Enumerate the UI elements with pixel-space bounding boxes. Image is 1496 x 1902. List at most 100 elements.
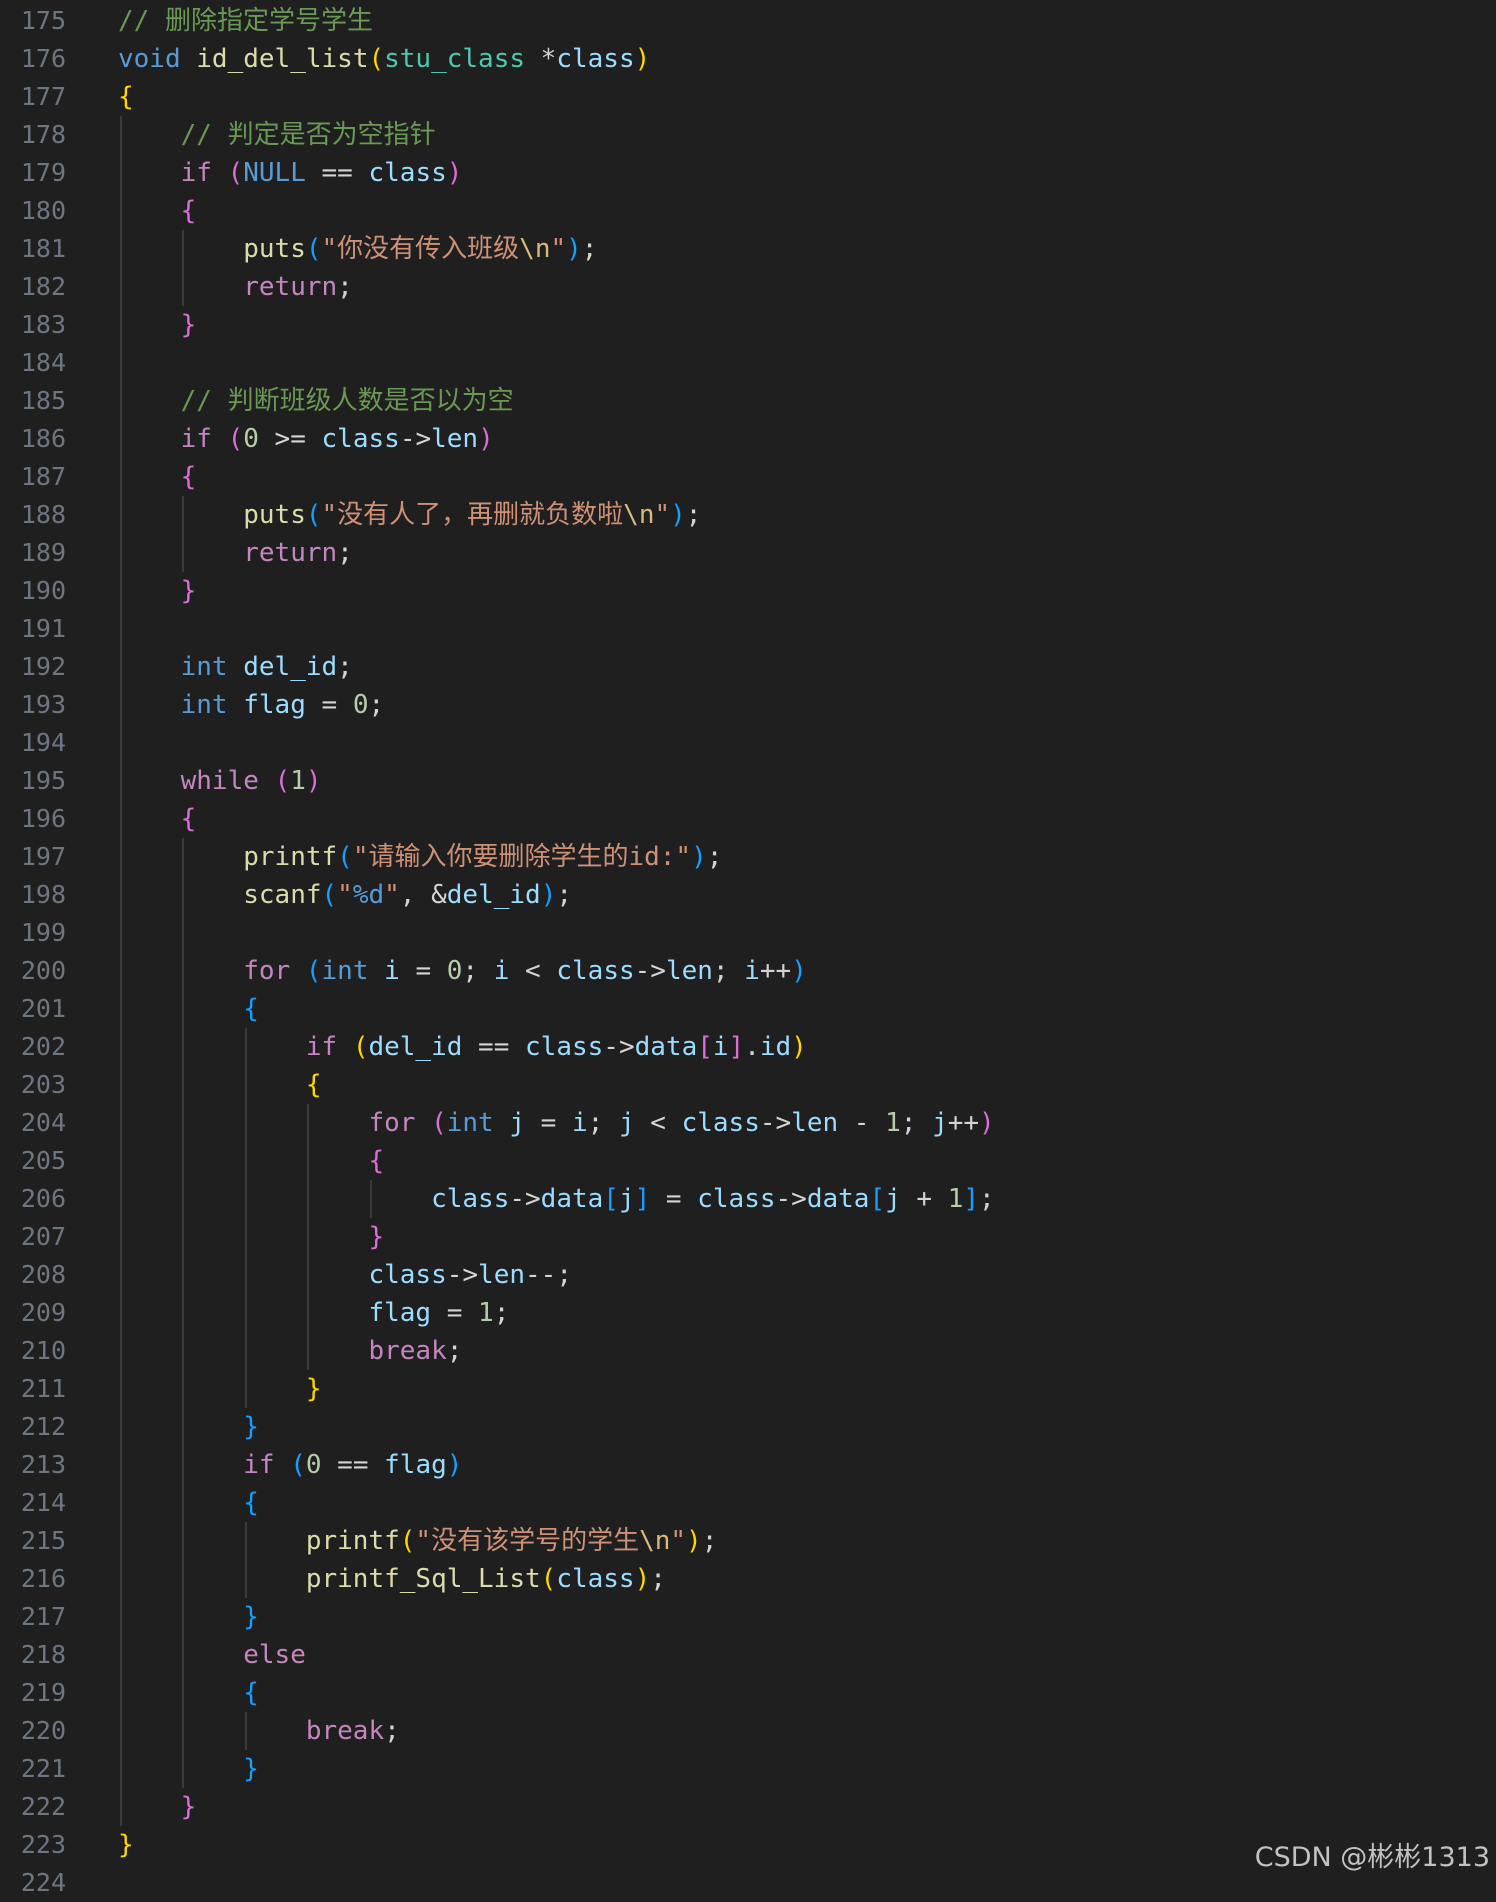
code-line[interactable]: 215 printf("没有该学号的学生\n"); xyxy=(0,1522,1496,1560)
code-line[interactable]: 179 if (NULL == class) xyxy=(0,154,1496,192)
code-token: return xyxy=(243,272,338,302)
code-text: printf_Sql_List(class); xyxy=(118,1560,666,1598)
code-line[interactable]: 222 } xyxy=(0,1788,1496,1826)
code-token: -> xyxy=(509,1184,541,1214)
code-line[interactable]: 188 puts("没有人了，再删就负数啦\n"); xyxy=(0,496,1496,534)
code-line[interactable]: 192 int del_id; xyxy=(0,648,1496,686)
code-text: flag = 1; xyxy=(118,1294,509,1332)
line-number: 186 xyxy=(20,424,66,453)
code-text: { xyxy=(118,1142,384,1180)
line-number: 196 xyxy=(20,804,66,833)
code-token: == xyxy=(305,158,369,188)
code-line[interactable]: 210 break; xyxy=(0,1332,1496,1370)
code-line[interactable]: 177 { xyxy=(0,78,1496,116)
code-line[interactable]: 211 } xyxy=(0,1370,1496,1408)
code-line[interactable]: 207 } xyxy=(0,1218,1496,1256)
code-editor[interactable]: 175// 删除指定学号学生 176 void id_del_list(stu_cl… xyxy=(0,0,1496,1897)
code-line[interactable]: 182 return; xyxy=(0,268,1496,306)
code-token: [ xyxy=(697,1032,713,1062)
code-line[interactable]: 216 printf_Sql_List(class); xyxy=(0,1560,1496,1598)
code-token: i xyxy=(744,956,760,986)
code-line[interactable]: 212 } xyxy=(0,1408,1496,1446)
code-line[interactable]: 176 void id_del_list(stu_class *class) xyxy=(0,40,1496,78)
code-token: len xyxy=(478,1260,526,1290)
code-line[interactable]: 220 break; xyxy=(0,1712,1496,1750)
code-line[interactable]: 219 { xyxy=(0,1674,1496,1712)
code-token: { xyxy=(243,1678,259,1708)
code-line[interactable]: 196 { xyxy=(0,800,1496,838)
code-token: \n xyxy=(519,234,551,264)
code-token: ; xyxy=(712,956,745,986)
code-line[interactable]: 187 { xyxy=(0,458,1496,496)
code-token: -> xyxy=(759,1108,792,1138)
code-line[interactable]: 175 // 删除指定学号学生 xyxy=(0,2,1496,40)
code-line[interactable]: 183 } xyxy=(0,306,1496,344)
code-line[interactable]: 198 scanf("%d", &del_id); xyxy=(0,876,1496,914)
code-token: break xyxy=(368,1336,447,1366)
code-line[interactable]: 218 else xyxy=(0,1636,1496,1674)
code-line[interactable]: 205 { xyxy=(0,1142,1496,1180)
code-line[interactable]: 201 { xyxy=(0,990,1496,1028)
code-line[interactable]: 199 xyxy=(0,914,1496,952)
code-line[interactable]: 209 flag = 1; xyxy=(0,1294,1496,1332)
code-token: // 判定是否为空指针 xyxy=(180,120,436,150)
code-text: { xyxy=(118,1674,259,1712)
code-token: = xyxy=(650,1184,698,1214)
code-token: ( xyxy=(540,1564,557,1594)
code-token: class xyxy=(525,1032,604,1062)
code-line[interactable]: 185 // 判断班级人数是否以为空 xyxy=(0,382,1496,420)
code-line[interactable]: 202 if (del_id == class->data[i].id) xyxy=(0,1028,1496,1066)
line-number: 184 xyxy=(20,348,66,377)
code-line[interactable]: 190 } xyxy=(0,572,1496,610)
code-text: } xyxy=(118,1826,134,1864)
code-line[interactable]: 181 puts("你没有传入班级\n"); xyxy=(0,230,1496,268)
code-text: puts("没有人了，再删就负数啦\n"); xyxy=(118,496,701,534)
code-text: while (1) xyxy=(118,762,322,800)
code-line[interactable]: 208 class->len--; xyxy=(0,1256,1496,1294)
code-line[interactable]: 197 printf("请输入你要删除学生的id:"); xyxy=(0,838,1496,876)
code-line[interactable]: 189 return; xyxy=(0,534,1496,572)
code-token: 0 xyxy=(243,424,259,454)
code-line[interactable]: 221 } xyxy=(0,1750,1496,1788)
code-line[interactable]: 213 if (0 == flag) xyxy=(0,1446,1496,1484)
code-token: %d xyxy=(352,880,385,910)
code-line[interactable]: 203 { xyxy=(0,1066,1496,1104)
code-line[interactable]: 194 xyxy=(0,724,1496,762)
code-token: if xyxy=(305,1032,338,1062)
code-line[interactable]: 193 int flag = 0; xyxy=(0,686,1496,724)
code-line[interactable]: 195 while (1) xyxy=(0,762,1496,800)
code-token: -> xyxy=(603,1032,635,1062)
line-number: 199 xyxy=(20,918,66,947)
code-token: len xyxy=(431,424,479,454)
code-line[interactable]: 178 // 判定是否为空指针 xyxy=(0,116,1496,154)
code-line[interactable]: 184 xyxy=(0,344,1496,382)
code-line[interactable]: 180 { xyxy=(0,192,1496,230)
code-text: printf("请输入你要删除学生的id:"); xyxy=(118,838,722,876)
code-line[interactable]: 186 if (0 >= class->len) xyxy=(0,420,1496,458)
code-token: { xyxy=(368,1146,385,1176)
code-line[interactable]: 204 for (int j = i; j < class->len - 1; … xyxy=(0,1104,1496,1142)
code-token: = xyxy=(305,690,353,720)
code-token: } xyxy=(243,1602,259,1632)
line-number: 224 xyxy=(20,1868,66,1897)
line-number: 192 xyxy=(20,652,66,681)
code-line[interactable]: 214 { xyxy=(0,1484,1496,1522)
code-line[interactable]: 206 class->data[j] = class->data[j + 1]; xyxy=(0,1180,1496,1218)
code-text: int del_id; xyxy=(118,648,353,686)
code-token: class xyxy=(431,1184,510,1214)
code-text: { xyxy=(118,1066,322,1104)
code-token: class xyxy=(681,1108,760,1138)
code-line[interactable]: 217 } xyxy=(0,1598,1496,1636)
code-token: ; xyxy=(337,272,353,302)
code-text: { xyxy=(118,800,197,838)
code-line[interactable]: 191 xyxy=(0,610,1496,648)
code-line[interactable]: 200 for (int i = 0; i < class->len; i++) xyxy=(0,952,1496,990)
code-token: class xyxy=(556,1564,635,1594)
